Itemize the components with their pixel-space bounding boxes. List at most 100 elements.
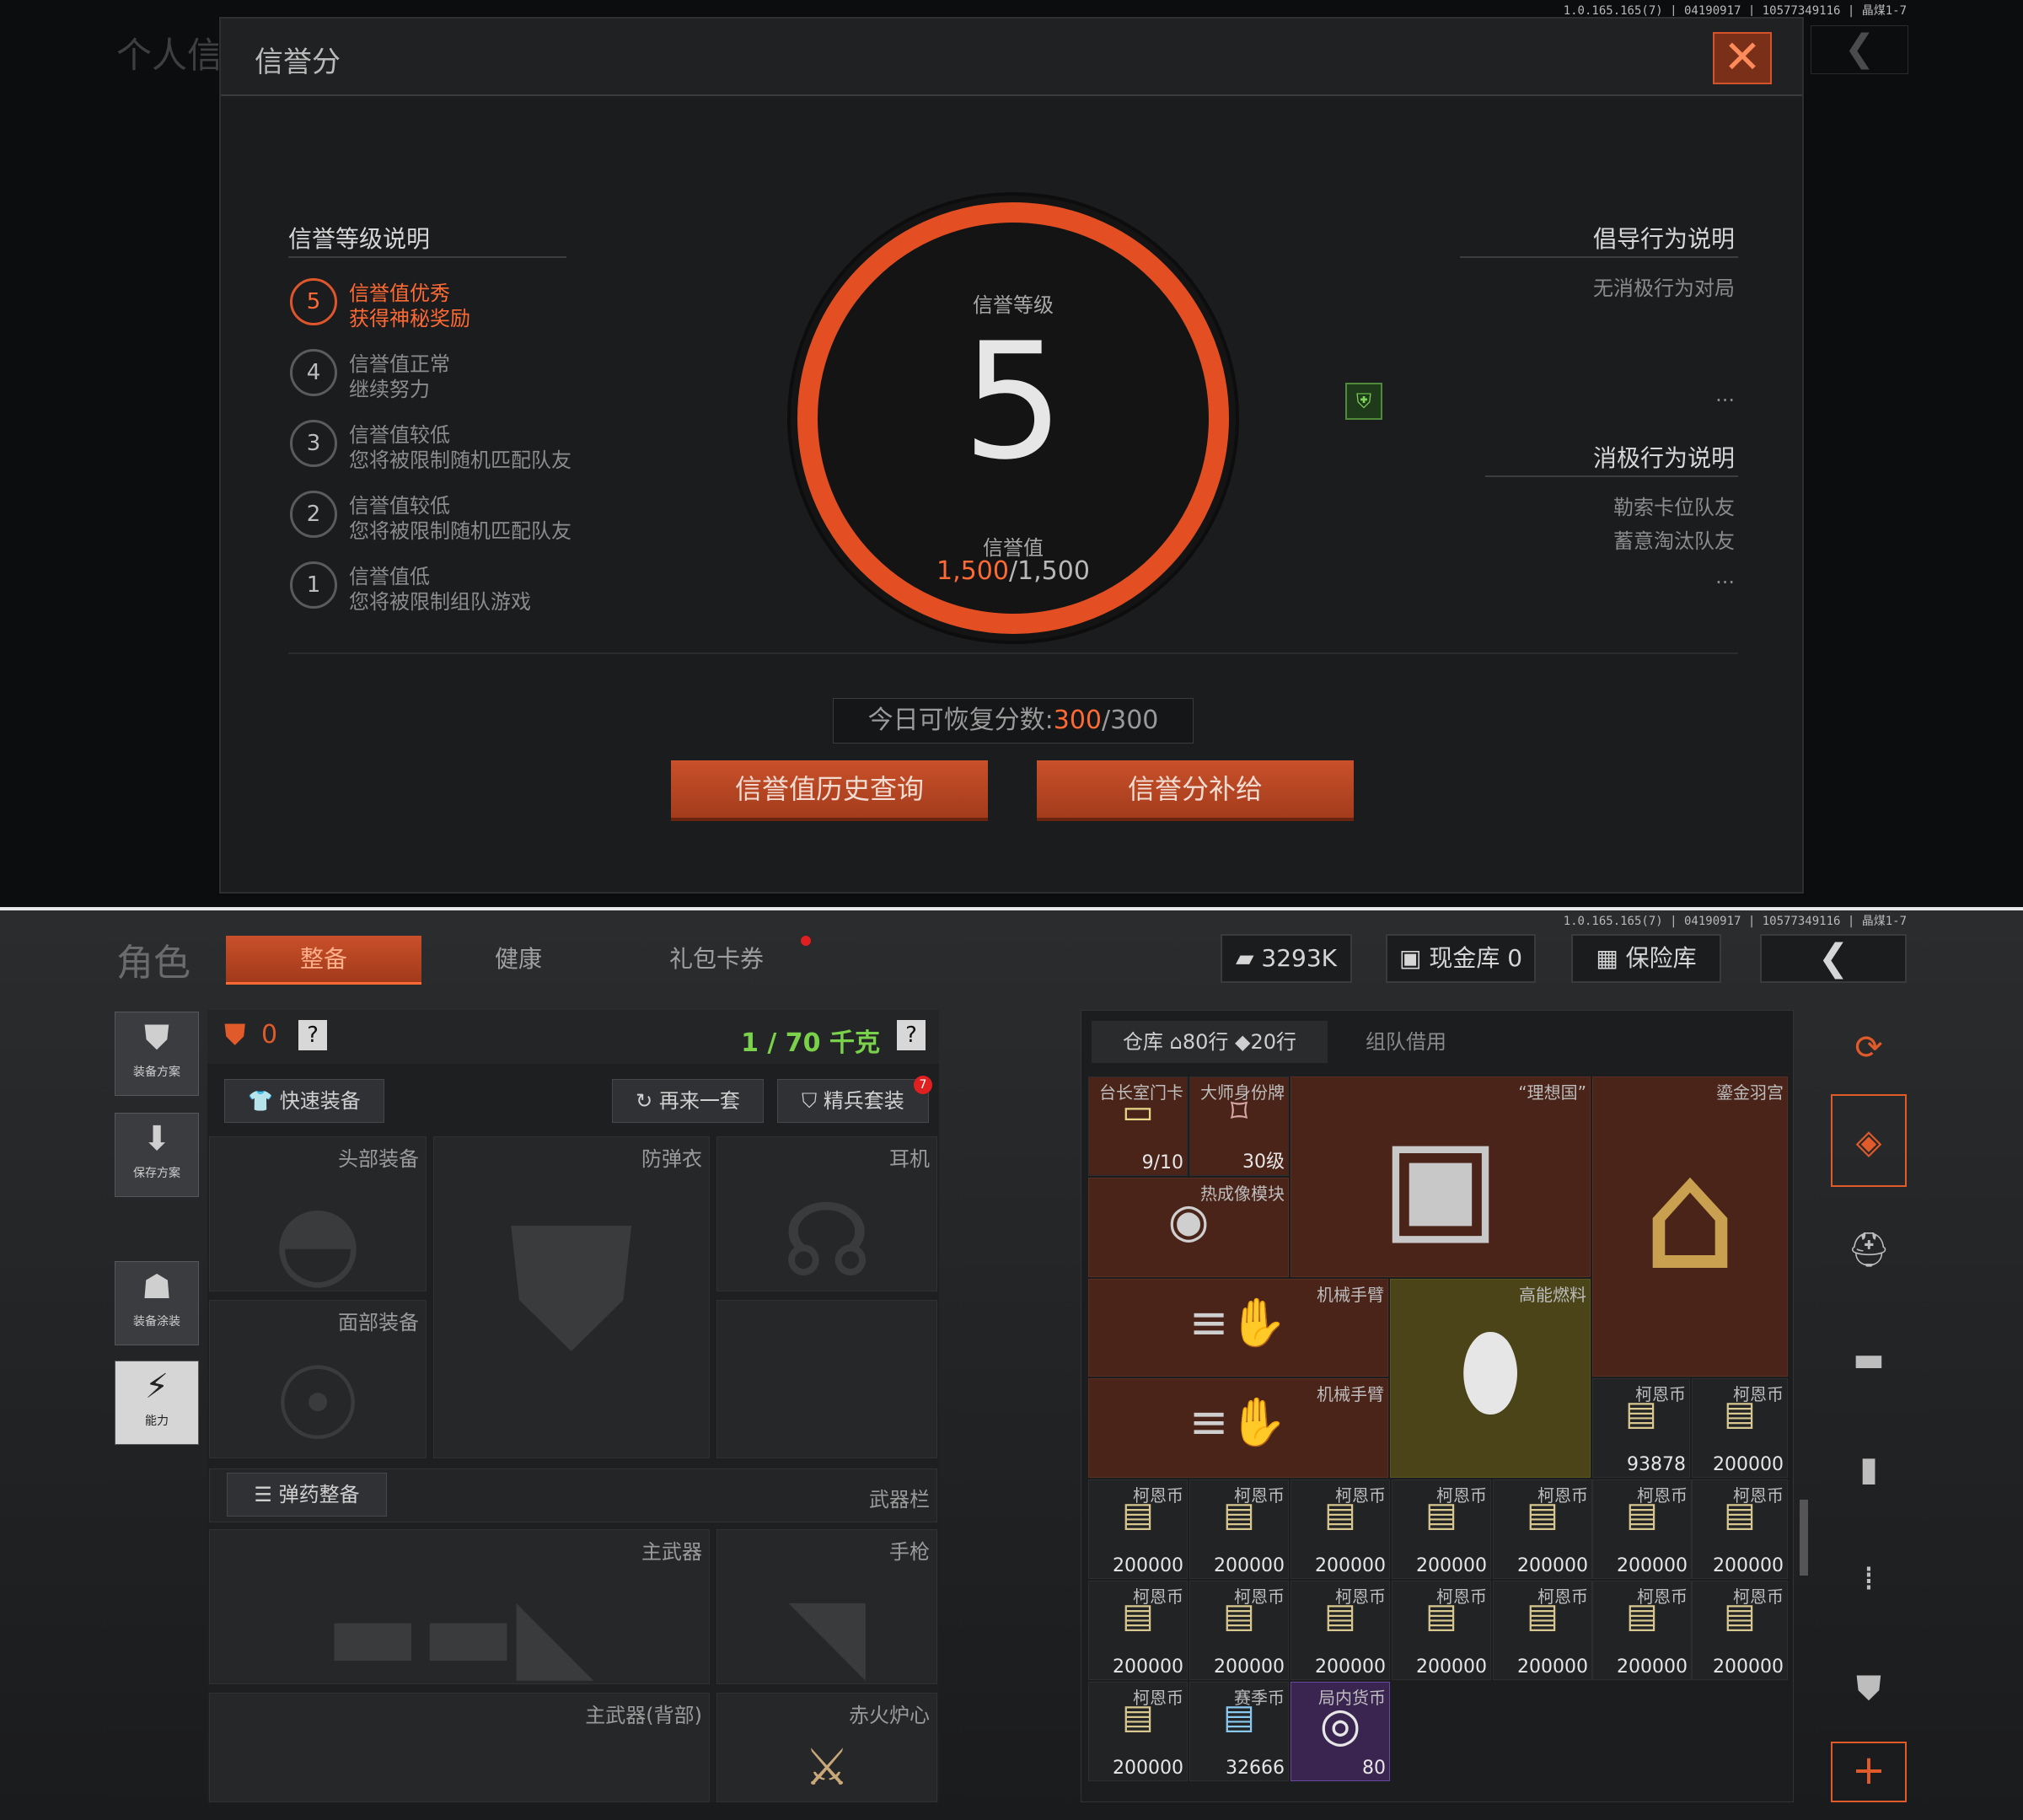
item-count: 200000 bbox=[1214, 1555, 1285, 1576]
level-desc: 获得神秘奖励 bbox=[349, 307, 470, 330]
inventory-item[interactable]: 柯恩币 ▤ 200000 bbox=[1692, 1479, 1788, 1579]
recover-max: /300 bbox=[1102, 706, 1159, 735]
equip-plan-button[interactable]: ⛊ 装备方案 bbox=[115, 1012, 199, 1096]
modal-header: 信誉分 ✕ bbox=[221, 19, 1802, 96]
item-count: 9/10 bbox=[1141, 1152, 1183, 1173]
inventory-item[interactable]: 柯恩币 ▤ 93878 bbox=[1592, 1378, 1690, 1478]
modal-divider bbox=[288, 652, 1738, 654]
negative-more: ... bbox=[1715, 565, 1735, 588]
token-icon: ◎ bbox=[1319, 1698, 1361, 1753]
sort-icon[interactable]: ⟳ bbox=[1831, 1010, 1907, 1086]
vest-slot[interactable]: 防弹衣 ⛊ bbox=[433, 1136, 710, 1458]
inventory-item[interactable]: 柯恩币 ▤ 200000 bbox=[1291, 1479, 1390, 1579]
coin-stack-icon: ▤ bbox=[1625, 1394, 1657, 1433]
cash-vault-button[interactable]: ▣ 现金库 0 bbox=[1386, 934, 1536, 983]
inventory-item[interactable]: 机械手臂 ≡✋ bbox=[1088, 1279, 1388, 1377]
empty-slot bbox=[716, 1300, 937, 1458]
currency-display[interactable]: ▰ 3293K bbox=[1221, 934, 1352, 983]
save-plan-button[interactable]: ⬇ 保存方案 bbox=[115, 1113, 199, 1197]
inventory-item[interactable]: 柯恩币 ▤ 200000 bbox=[1493, 1479, 1592, 1579]
weapon-bar-label: 武器栏 bbox=[869, 1488, 930, 1511]
inventory-item[interactable]: 柯恩币 ▤ 200000 bbox=[1493, 1581, 1592, 1680]
inventory-item[interactable]: 机械手臂 ≡✋ bbox=[1088, 1378, 1388, 1478]
ammo-button[interactable]: ☰ 弹药整备 bbox=[227, 1473, 387, 1517]
misc-category-icon[interactable]: ⛊ bbox=[1831, 1642, 1907, 1735]
positive-divider bbox=[1460, 256, 1738, 258]
tab-team-borrow[interactable]: 组队借用 bbox=[1334, 1021, 1478, 1063]
item-count: 200000 bbox=[1416, 1555, 1487, 1576]
inventory-item[interactable]: 高能燃料 ⬮ bbox=[1390, 1279, 1591, 1478]
equipment-category-icon[interactable]: ⛑ bbox=[1831, 1204, 1907, 1297]
item-count: 30级 bbox=[1242, 1152, 1285, 1173]
inventory-item[interactable]: 柯恩币 ▤ 200000 bbox=[1088, 1682, 1188, 1781]
robot-arm-icon: ≡✋ bbox=[1189, 1395, 1288, 1450]
coin-stack-icon: ▤ bbox=[1724, 1394, 1756, 1433]
inventory-item[interactable]: 柯恩币 ▤ 200000 bbox=[1592, 1581, 1692, 1680]
inventory-item[interactable]: 柯恩币 ▤ 200000 bbox=[1392, 1479, 1491, 1579]
add-icon[interactable]: + bbox=[1831, 1742, 1907, 1802]
face-slot[interactable]: 面部装备 ☉ bbox=[209, 1300, 427, 1463]
negative-item: 蓄意淘汰队友 bbox=[1613, 529, 1735, 553]
inventory-item[interactable]: 热成像模块 ◉ bbox=[1088, 1178, 1289, 1277]
inventory-scrollbar[interactable] bbox=[1800, 1500, 1808, 1576]
season-coin-icon: ▤ bbox=[1223, 1698, 1255, 1737]
coin-stack-icon: ▤ bbox=[1425, 1495, 1457, 1534]
equip-skin-button[interactable]: ☗ 装备涂装 bbox=[115, 1261, 199, 1345]
inventory-item[interactable]: “理想国” ▣ bbox=[1291, 1076, 1591, 1277]
ammo-category-icon[interactable]: ⁞ bbox=[1831, 1533, 1907, 1625]
tab-warehouse[interactable]: 仓库 ⌂80行 ◆20行 bbox=[1092, 1021, 1328, 1063]
inventory-item[interactable]: 局内货币 ◎ 80 bbox=[1291, 1682, 1390, 1781]
inventory-item[interactable]: 柯恩币 ▤ 200000 bbox=[1392, 1581, 1491, 1680]
weight-help-icon[interactable]: ? bbox=[897, 1020, 926, 1050]
coin-stack-icon: ▤ bbox=[1724, 1495, 1756, 1534]
head-slot[interactable]: 头部装备 ◓ bbox=[209, 1136, 427, 1300]
close-button[interactable]: ✕ bbox=[1713, 32, 1772, 84]
armor-count: 0 bbox=[261, 1020, 278, 1050]
equipment-header: ⛊ 0 ? 1 / 70 千克 ? bbox=[207, 1010, 939, 1064]
inventory-item[interactable]: 柯恩币 ▤ 200000 bbox=[1088, 1581, 1188, 1680]
elite-set-button[interactable]: ⛉ 精兵套装 bbox=[777, 1079, 929, 1123]
inventory-item[interactable]: 柯恩币 ▤ 200000 bbox=[1291, 1581, 1390, 1680]
inventory-item[interactable]: 柯恩币 ▤ 200000 bbox=[1189, 1581, 1289, 1680]
all-items-icon[interactable]: ◈ bbox=[1831, 1094, 1907, 1187]
item-count: 200000 bbox=[1315, 1656, 1386, 1678]
coin-stack-icon: ▤ bbox=[1122, 1495, 1154, 1534]
inventory-item[interactable]: 柯恩币 ▤ 200000 bbox=[1189, 1479, 1289, 1579]
inventory-item[interactable]: 柯恩币 ▤ 200000 bbox=[1692, 1378, 1788, 1478]
ability-button[interactable]: ⚡ 能力 bbox=[115, 1361, 199, 1445]
inventory-item[interactable]: 鎏金羽宫 ⌂ bbox=[1592, 1076, 1788, 1377]
history-query-button[interactable]: 信誉值历史查询 bbox=[671, 760, 988, 821]
pistol-slot[interactable]: 手枪 ◥ bbox=[716, 1529, 937, 1693]
melee-slot[interactable]: 赤火炉心 ⚔ bbox=[716, 1693, 937, 1802]
tab-health[interactable]: 健康 bbox=[455, 936, 582, 985]
main-weapon-back-slot[interactable]: 主武器(背部) bbox=[209, 1693, 710, 1802]
inventory-item[interactable]: 柯恩币 ▤ 200000 bbox=[1692, 1581, 1788, 1680]
rank-badge-icon: ⛨ bbox=[1345, 383, 1382, 420]
credit-screen: 1.0.165.165(7) | 04190917 | 10577349116 … bbox=[0, 0, 2023, 909]
inventory-item[interactable]: 赛季币 ▤ 32666 bbox=[1189, 1682, 1289, 1781]
level-number: 3 bbox=[290, 420, 337, 467]
credit-supply-button[interactable]: 信誉分补给 bbox=[1037, 760, 1354, 821]
ear-slot[interactable]: 耳机 ☊ bbox=[716, 1136, 937, 1300]
inventory-item[interactable]: 柯恩币 ▤ 200000 bbox=[1088, 1479, 1188, 1579]
magazine-category-icon[interactable]: ▮ bbox=[1831, 1423, 1907, 1516]
side-button-label: 保存方案 bbox=[133, 1167, 180, 1180]
weapon-category-icon[interactable]: ▬ bbox=[1831, 1313, 1907, 1406]
main-weapon-slot[interactable]: 主武器 ▬▬◣ bbox=[209, 1529, 710, 1693]
quick-equip-button[interactable]: 👕 快速装备 bbox=[224, 1079, 384, 1123]
level-item-1: 1 信誉值低 您将被限制组队游戏 bbox=[290, 556, 728, 615]
help-icon[interactable]: ? bbox=[298, 1020, 327, 1050]
again-button[interactable]: ↻ 再来一套 bbox=[612, 1079, 764, 1123]
back-button[interactable]: ❮ bbox=[1760, 934, 1907, 983]
positive-more: ... bbox=[1715, 383, 1735, 406]
coin-stack-icon: ▤ bbox=[1324, 1597, 1356, 1635]
pistol-icon: ◥ bbox=[787, 1576, 867, 1693]
inventory-item[interactable]: 柯恩币 ▤ 200000 bbox=[1592, 1479, 1692, 1579]
safe-button[interactable]: ▦ 保险库 bbox=[1571, 934, 1721, 983]
tab-equip[interactable]: 整备 bbox=[226, 936, 421, 985]
credit-level-ring: 信誉等级 5 ⛨ 信誉值 1,500/1,500 bbox=[791, 196, 1382, 641]
ring-value-max: /1,500 bbox=[1008, 556, 1090, 586]
inventory-item[interactable]: 大师身份牌 ⌑ 30级 bbox=[1189, 1076, 1289, 1176]
tab-gift-cards[interactable]: 礼包卡券 bbox=[641, 936, 792, 985]
inventory-item[interactable]: 台长室门卡 ▭ 9/10 bbox=[1088, 1076, 1188, 1176]
